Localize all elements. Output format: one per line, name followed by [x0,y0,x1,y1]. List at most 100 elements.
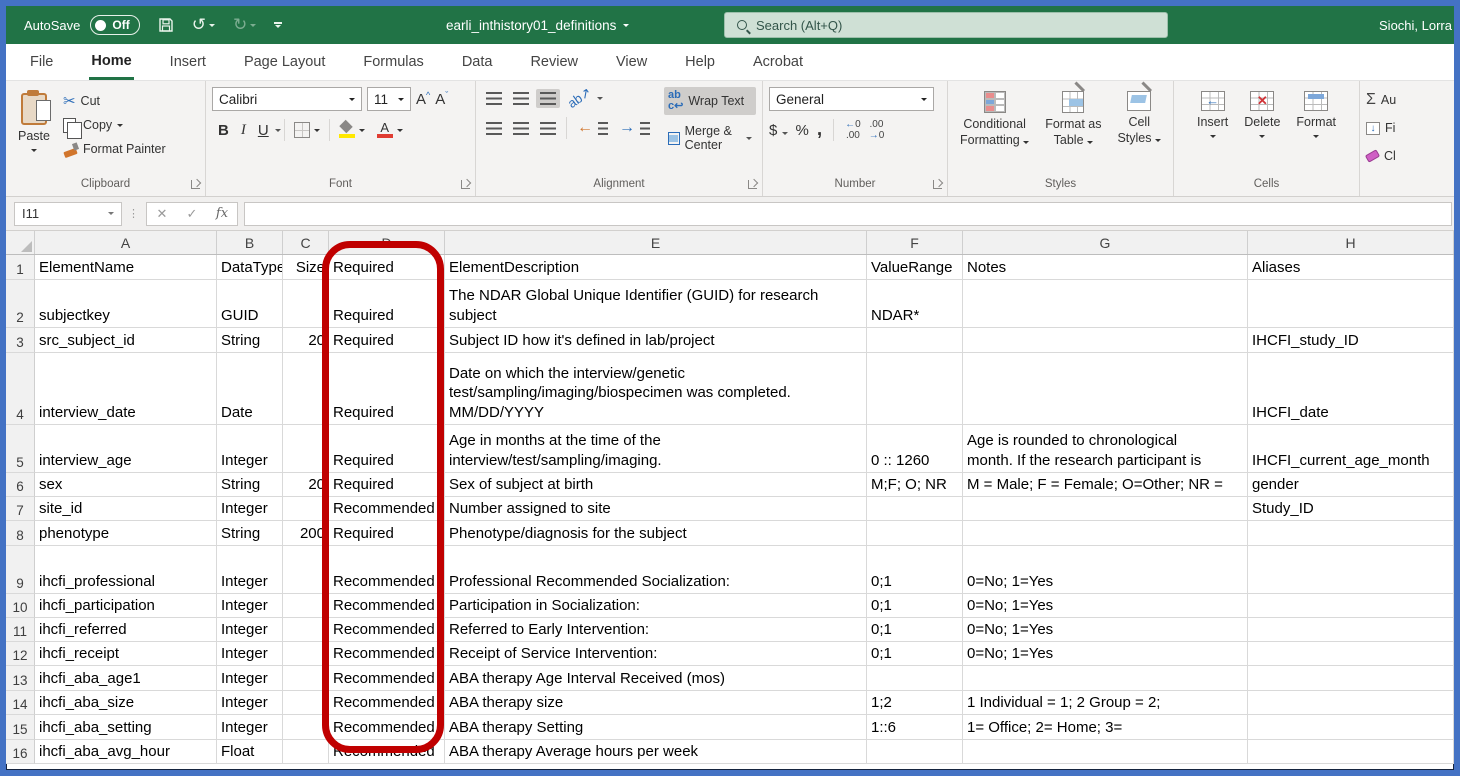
cell-B1[interactable]: DataType [217,255,283,280]
formula-input[interactable] [244,201,1452,226]
number-dialog-launcher-icon[interactable] [933,180,942,189]
cell-F7[interactable] [867,497,963,521]
row-header-7[interactable]: 7 [6,497,35,521]
cell-A4[interactable]: interview_date [35,353,217,425]
cell-A1[interactable]: ElementName [35,255,217,280]
cell-D16[interactable]: Recommended [329,740,445,764]
cell-C16[interactable] [283,740,329,764]
cell-E12[interactable]: Receipt of Service Intervention: [445,642,867,666]
underline-button[interactable]: U [252,121,275,140]
cell-C12[interactable] [283,642,329,666]
namebox-splitter[interactable]: ⋮ [128,207,140,220]
cell-D14[interactable]: Recommended [329,691,445,715]
cell-D13[interactable]: Recommended [329,666,445,691]
bold-button[interactable]: B [212,121,235,140]
cell-A3[interactable]: src_subject_id [35,328,217,353]
cell-H9[interactable] [1248,546,1454,594]
cell-A7[interactable]: site_id [35,497,217,521]
cell-A6[interactable]: sex [35,473,217,497]
cell-F15[interactable]: 1::6 [867,715,963,740]
cell-B13[interactable]: Integer [217,666,283,691]
cell-B12[interactable]: Integer [217,642,283,666]
cell-F13[interactable] [867,666,963,691]
top-align-button[interactable] [482,89,506,108]
row-header-16[interactable]: 16 [6,740,35,764]
italic-button[interactable]: I [235,121,252,140]
cell-H12[interactable] [1248,642,1454,666]
cell-C2[interactable] [283,280,329,328]
format-painter-button[interactable]: Format Painter [60,137,169,161]
cell-D12[interactable]: Recommended [329,642,445,666]
cell-C9[interactable] [283,546,329,594]
cell-C1[interactable]: Size [283,255,329,280]
cell-C6[interactable]: 20 [283,473,329,497]
paste-button[interactable]: Paste [12,89,56,156]
cell-A10[interactable]: ihcfi_participation [35,594,217,618]
tab-insert[interactable]: Insert [168,46,208,78]
cell-B4[interactable]: Date [217,353,283,425]
column-header-G[interactable]: G [963,231,1248,254]
cell-E16[interactable]: ABA therapy Average hours per week [445,740,867,764]
cell-D10[interactable]: Recommended [329,594,445,618]
row-header-6[interactable]: 6 [6,473,35,497]
font-family-select[interactable]: Calibri [212,87,362,111]
cell-D15[interactable]: Recommended [329,715,445,740]
row-header-13[interactable]: 13 [6,666,35,691]
increase-decimal-button[interactable]: ←0.00 [845,119,861,141]
column-header-D[interactable]: D [329,231,445,254]
cell-F14[interactable]: 1;2 [867,691,963,715]
cell-F6[interactable]: M;F; O; NR [867,473,963,497]
clipboard-dialog-launcher-icon[interactable] [191,180,200,189]
cell-H5[interactable]: IHCFI_current_age_month [1248,425,1454,473]
cell-E10[interactable]: Participation in Socialization: [445,594,867,618]
cell-G5[interactable]: Age is rounded to chronological month. I… [963,425,1248,473]
cell-C7[interactable] [283,497,329,521]
row-header-4[interactable]: 4 [6,353,35,425]
cell-F3[interactable] [867,328,963,353]
accounting-format-button[interactable]: $ [769,122,788,139]
cell-G12[interactable]: 0=No; 1=Yes [963,642,1248,666]
cell-G14[interactable]: 1 Individual = 1; 2 Group = 2; [963,691,1248,715]
cell-F4[interactable] [867,353,963,425]
cell-E4[interactable]: Date on which the interview/genetic test… [445,353,867,425]
cell-H15[interactable] [1248,715,1454,740]
format-cells-button[interactable]: Format [1290,87,1342,142]
autosave-toggle[interactable]: Off [90,15,140,35]
cell-H11[interactable] [1248,618,1454,642]
cell-C14[interactable] [283,691,329,715]
increase-font-size-button[interactable]: A^ [416,90,430,108]
cell-D11[interactable]: Recommended [329,618,445,642]
row-header-11[interactable]: 11 [6,618,35,642]
cell-C11[interactable] [283,618,329,642]
cell-D9[interactable]: Recommended [329,546,445,594]
cell-G4[interactable] [963,353,1248,425]
row-header-14[interactable]: 14 [6,691,35,715]
cell-A14[interactable]: ihcfi_aba_size [35,691,217,715]
column-header-C[interactable]: C [283,231,329,254]
cell-E2[interactable]: The NDAR Global Unique Identifier (GUID)… [445,280,867,328]
tab-review[interactable]: Review [528,46,580,78]
decrease-indent-button[interactable]: ← [573,116,612,140]
row-header-1[interactable]: 1 [6,255,35,280]
copy-button[interactable]: Copy [60,113,169,139]
cut-button[interactable]: ✂ Cut [60,89,169,113]
cell-E8[interactable]: Phenotype/diagnosis for the subject [445,521,867,546]
copy-dropdown-icon[interactable] [117,123,124,127]
cell-D4[interactable]: Required [329,353,445,425]
fill-color-button[interactable] [333,119,371,139]
cell-G3[interactable] [963,328,1248,353]
cell-G6[interactable]: M = Male; F = Female; O=Other; NR = [963,473,1248,497]
save-icon[interactable] [158,17,174,33]
cell-F16[interactable] [867,740,963,764]
tab-data[interactable]: Data [460,46,495,78]
cell-F11[interactable]: 0;1 [867,618,963,642]
cell-F10[interactable]: 0;1 [867,594,963,618]
cell-B8[interactable]: String [217,521,283,546]
row-header-15[interactable]: 15 [6,715,35,740]
cell-A16[interactable]: ihcfi_aba_avg_hour [35,740,217,764]
cell-G1[interactable]: Notes [963,255,1248,280]
row-header-10[interactable]: 10 [6,594,35,618]
cell-D1[interactable]: Required [329,255,445,280]
cell-B9[interactable]: Integer [217,546,283,594]
cell-H4[interactable]: IHCFI_date [1248,353,1454,425]
